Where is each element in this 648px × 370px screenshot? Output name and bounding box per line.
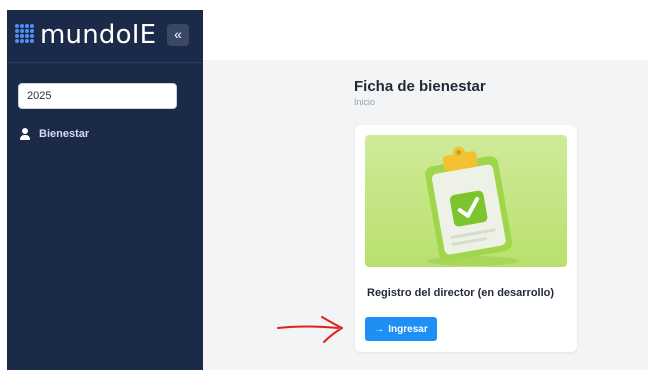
sidebar-item-bienestar[interactable]: Bienestar xyxy=(20,126,89,142)
clipboard-check-icon xyxy=(425,146,519,266)
arrow-right-icon: → xyxy=(374,323,385,335)
breadcrumb[interactable]: Inicio xyxy=(354,97,375,107)
registro-card: Registro del director (en desarrollo) → … xyxy=(355,125,577,352)
collapse-sidebar-button[interactable]: « xyxy=(167,24,189,46)
card-illustration xyxy=(365,135,567,267)
logo-grid-icon xyxy=(15,24,35,44)
brand: mundoIE « xyxy=(7,10,203,63)
brand-name: mundoIE xyxy=(40,20,157,50)
user-icon xyxy=(20,128,30,140)
ingresar-button[interactable]: → Ingresar xyxy=(365,317,437,341)
red-arrow-annotation xyxy=(277,316,343,343)
sidebar: mundoIE « 2025 Bienestar xyxy=(7,10,203,370)
year-select[interactable]: 2025 xyxy=(18,83,177,109)
ingresar-button-label: Ingresar xyxy=(388,323,428,335)
sidebar-item-label: Bienestar xyxy=(39,128,90,140)
page-title: Ficha de bienestar xyxy=(354,78,486,95)
card-title: Registro del director (en desarrollo) xyxy=(367,287,555,299)
